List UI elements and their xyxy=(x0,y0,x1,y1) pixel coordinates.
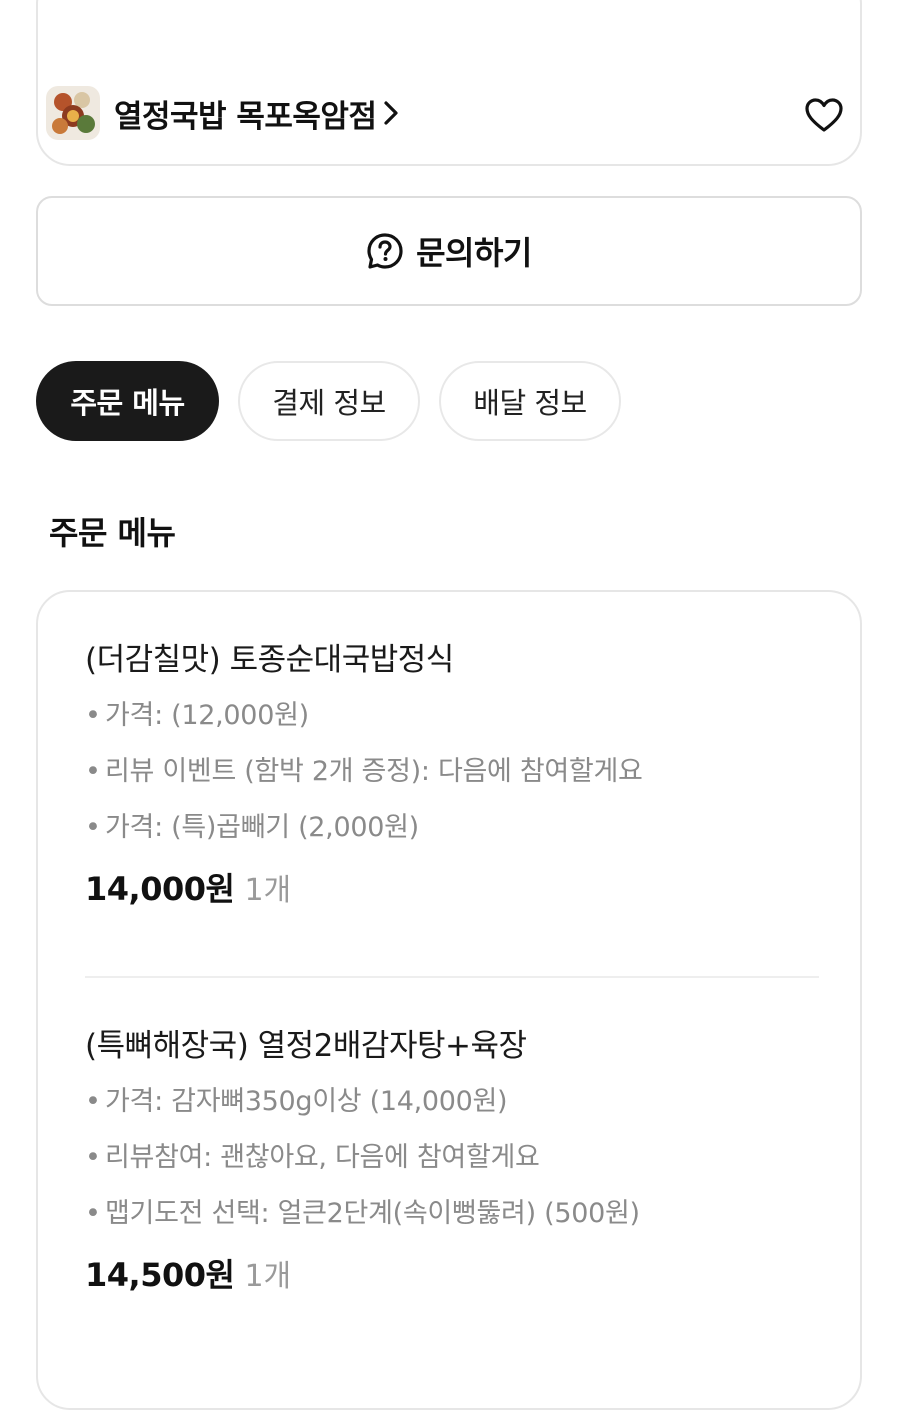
price-row: 14,500원 1개 xyxy=(85,1250,825,1296)
inquiry-button[interactable]: 문의하기 xyxy=(36,196,862,306)
store-card xyxy=(36,0,862,166)
detail-tabs: 주문 메뉴 결제 정보 배달 정보 xyxy=(36,361,640,441)
item-price: 14,000원 xyxy=(85,870,235,908)
section-title: 주문 메뉴 xyxy=(49,514,176,552)
heart-icon[interactable] xyxy=(804,96,844,136)
inquiry-label: 문의하기 xyxy=(416,234,532,272)
order-card: (더감칠맛) 토종순대국밥정식 • 가격: (12,000원) • 리뷰 이벤트 (… xyxy=(36,590,862,1410)
item-option: • 리뷰참여: 괜찮아요, 다음에 참여할게요 xyxy=(85,1142,540,1173)
item-option: • 리뷰 이벤트 (함박 2개 증정): 다음에 참여할게요 xyxy=(85,756,643,787)
store-thumbnail xyxy=(46,86,100,140)
item-option: • 맵기도전 선택: 얼큰2단계(속이뻥뚫려) (500원) xyxy=(85,1198,640,1229)
item-option: • 가격: 감자뼈350g이상 (14,000원) xyxy=(85,1086,508,1117)
tab-payment-info[interactable]: 결제 정보 xyxy=(238,361,420,441)
order-item: (더감칠맛) 토종순대국밥정식 • 가격: (12,000원) • 리뷰 이벤트 (… xyxy=(85,640,825,910)
question-bubble-icon xyxy=(366,232,404,270)
item-quantity: 1개 xyxy=(244,1259,292,1294)
item-quantity: 1개 xyxy=(244,873,292,908)
price-row: 14,000원 1개 xyxy=(85,864,825,910)
tab-order-menu[interactable]: 주문 메뉴 xyxy=(36,361,219,441)
order-item: (특뼈해장국) 열정2배감자탕+육장 • 가격: 감자뼈350g이상 (14,00… xyxy=(85,1026,825,1296)
divider xyxy=(85,976,819,978)
item-name: (특뼈해장국) 열정2배감자탕+육장 xyxy=(85,1028,527,1064)
store-name: 열정국밥 목포옥암점 xyxy=(114,98,377,135)
tab-delivery-info[interactable]: 배달 정보 xyxy=(439,361,621,441)
item-options: • 가격: (12,000원) • 리뷰 이벤트 (함박 2개 증정): 다음에 참… xyxy=(85,696,825,848)
item-options: • 가격: 감자뼈350g이상 (14,000원) • 리뷰참여: 괜찮아요, 다음… xyxy=(85,1082,825,1234)
store-link[interactable]: 열정국밥 목포옥암점 xyxy=(46,86,406,140)
item-price: 14,500원 xyxy=(85,1256,235,1294)
chevron-right-icon xyxy=(382,97,406,129)
item-name: (더감칠맛) 토종순대국밥정식 xyxy=(85,642,454,678)
item-option: • 가격: (12,000원) xyxy=(85,700,309,731)
item-option: • 가격: (특)곱빼기 (2,000원) xyxy=(85,812,419,843)
